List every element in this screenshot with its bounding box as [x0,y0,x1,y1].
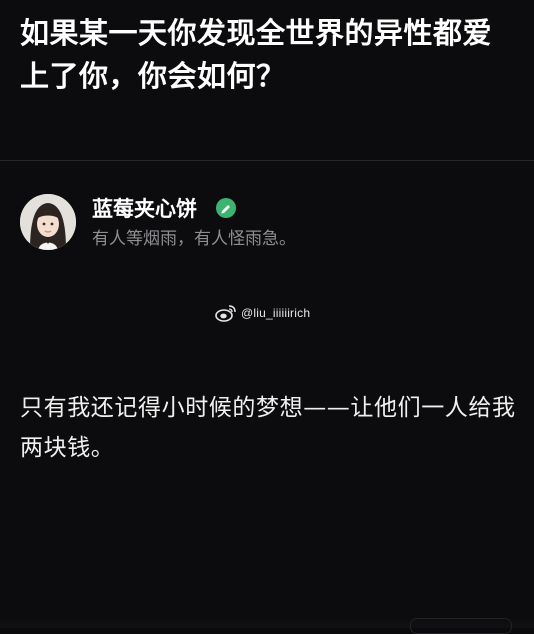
weibo-icon [215,305,236,322]
answer-card: 蓝莓夹心饼 有人等烟雨，有人怪雨急。 @liu_iiiiiirich 只有我还记… [0,161,534,628]
author-bio: 有人等烟雨，有人怪雨急。 [92,229,296,249]
bottom-toolbar-hint [410,618,512,634]
verified-badge-icon [216,198,236,218]
watermark: @liu_iiiiiirich [215,302,310,324]
author-avatar[interactable] [20,194,76,250]
question-title[interactable]: 如果某一天你发现全世界的异性都爱上了你，你会如何？ [20,12,520,98]
watermark-text: @liu_iiiiiirich [241,306,311,320]
author-name[interactable]: 蓝莓夹心饼 [92,195,197,223]
app-screen: 如果某一天你发现全世界的异性都爱上了你，你会如何？ 蓝莓夹心饼 有人等烟雨，有人… [0,0,534,634]
answer-body[interactable]: 只有我还记得小时候的梦想——让他们一人给我两块钱。 [20,388,520,468]
avatar-girl-image [20,194,76,250]
